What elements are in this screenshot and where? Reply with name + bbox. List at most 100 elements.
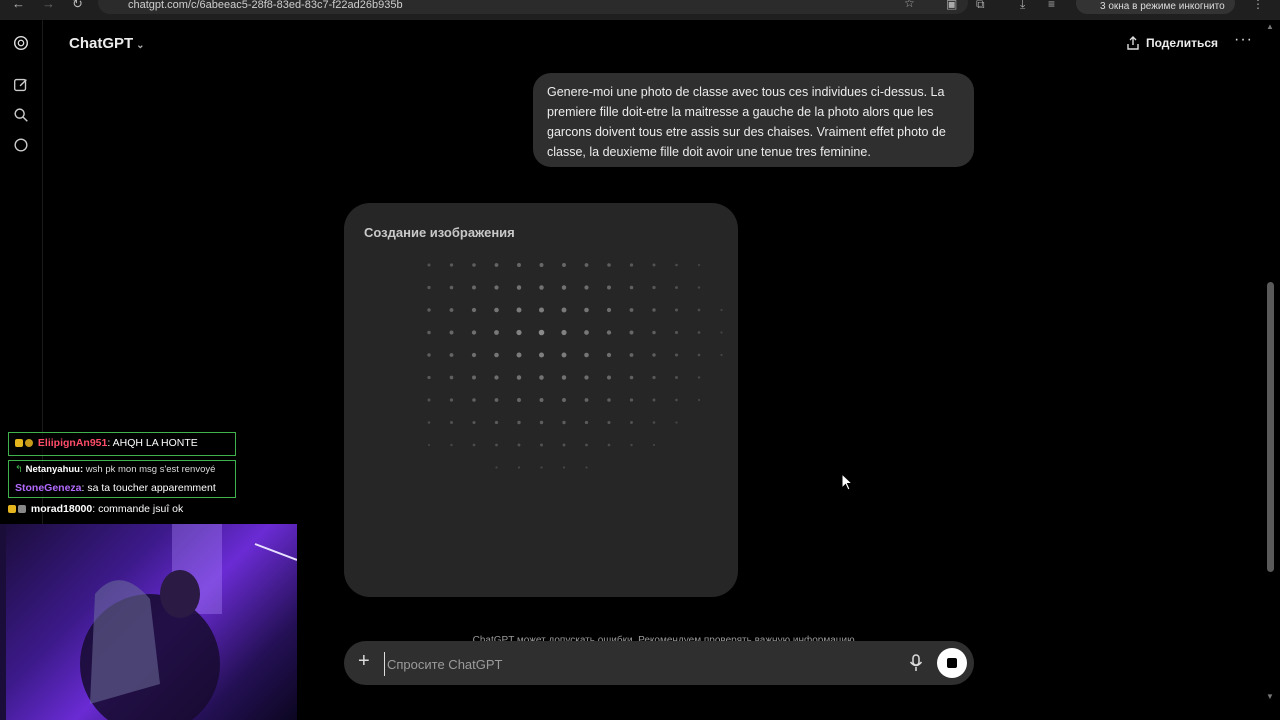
extension-icon[interactable]: ▣ — [946, 0, 957, 11]
loading-dot — [607, 285, 611, 290]
reload-icon[interactable]: ↻ — [72, 0, 83, 12]
loading-dot — [606, 307, 612, 313]
loading-dot — [720, 331, 723, 334]
more-options-icon[interactable]: ··· — [1234, 31, 1253, 49]
loading-dot — [472, 420, 476, 425]
chat-bubble-icon[interactable] — [12, 136, 30, 154]
loading-dot — [516, 307, 522, 313]
loading-dot — [517, 420, 521, 425]
loading-dot — [494, 330, 499, 335]
attach-plus-icon[interactable]: + — [358, 650, 370, 673]
app-title: ChatGPT — [69, 35, 134, 52]
loading-dot — [697, 286, 701, 289]
loading-dot — [629, 263, 634, 267]
address-bar[interactable]: chatgpt.com/c/6abeeac5-28f8-83ed-83c7-f2… — [98, 0, 968, 14]
share-icon — [1127, 36, 1139, 50]
stop-icon — [947, 658, 957, 668]
microphone-icon[interactable] — [908, 654, 924, 672]
incognito-label: 3 окна в режиме инкогнито — [1100, 1, 1225, 12]
loading-dot — [629, 308, 634, 312]
loading-dot — [427, 285, 431, 290]
loading-dot — [427, 353, 431, 357]
loading-dot — [585, 443, 588, 447]
loading-dot — [675, 286, 678, 289]
incognito-badge[interactable]: 3 окна в режиме инкогнито — [1076, 0, 1235, 14]
chat-separator: : — [81, 482, 85, 494]
loading-dot — [516, 352, 522, 358]
loading-dot — [674, 353, 679, 357]
loading-dot — [471, 330, 477, 335]
share-label: Поделиться — [1146, 36, 1219, 50]
model-selector[interactable]: ChatGPT ⌄ — [69, 35, 145, 52]
loading-dot — [538, 329, 545, 336]
scroll-down-icon[interactable]: ▼ — [1266, 692, 1274, 701]
star-icon[interactable]: ☆ — [904, 0, 915, 10]
scroll-up-icon[interactable]: ▲ — [1266, 22, 1274, 31]
loading-dot — [675, 421, 678, 424]
loading-dot — [472, 398, 476, 402]
loading-dot — [697, 308, 701, 312]
new-chat-icon[interactable] — [12, 76, 30, 94]
loading-dot — [471, 352, 477, 358]
loading-dot — [540, 443, 543, 447]
stop-generation-button[interactable] — [937, 648, 967, 678]
loading-dot — [516, 285, 522, 290]
chat-username: StoneGeneza — [15, 482, 82, 494]
download-icon[interactable]: ⤓ — [1020, 0, 1025, 12]
loading-dot — [697, 353, 701, 357]
browser-toolbar: ← → ↻ chatgpt.com/c/6abeeac5-28f8-83ed-8… — [0, 0, 1280, 20]
openai-logo-icon[interactable] — [12, 34, 30, 52]
url-text: chatgpt.com/c/6abeeac5-28f8-83ed-83c7-f2… — [128, 0, 403, 11]
chat-text: sa ta toucher apparemment — [87, 482, 216, 494]
loading-dot — [675, 398, 678, 402]
loading-dot — [538, 307, 545, 313]
stream-chat-message: EliipignAn951: AHQH LA HONTE — [8, 432, 236, 456]
loading-dot — [517, 263, 521, 267]
loading-dot — [472, 285, 476, 290]
loading-dot — [449, 398, 454, 402]
stream-chat-message: morad18000: commande jsuî ok — [8, 503, 183, 515]
image-generation-card: Создание изображения — [344, 203, 738, 597]
loading-dot — [449, 330, 454, 335]
loading-dot — [449, 353, 454, 357]
loading-dot — [607, 375, 611, 380]
sub-badge-icon — [15, 439, 23, 448]
prompt-input[interactable] — [384, 652, 889, 676]
loading-dot — [584, 398, 589, 402]
loading-dot — [629, 285, 634, 290]
loading-dot — [607, 420, 611, 425]
loading-dot — [562, 398, 566, 402]
back-icon[interactable]: ← — [12, 0, 25, 11]
webcam-feed — [0, 524, 297, 720]
scroll-thumb[interactable] — [1267, 282, 1274, 572]
loading-dot — [697, 331, 701, 334]
loading-dot — [652, 330, 656, 335]
search-icon[interactable] — [12, 106, 30, 124]
loading-dot — [562, 263, 566, 267]
forward-icon[interactable]: → — [42, 0, 55, 11]
loading-dot — [540, 466, 543, 469]
chevron-down-icon: ⌄ — [136, 40, 145, 51]
loading-dot-grid — [427, 263, 723, 469]
loading-dot — [449, 263, 454, 267]
loading-dot — [538, 352, 545, 358]
loading-dot — [449, 285, 454, 290]
loading-dot — [539, 263, 544, 267]
loading-dot — [427, 308, 431, 312]
loading-dot — [629, 398, 634, 402]
loading-dot — [539, 285, 544, 290]
loading-dot — [449, 308, 454, 312]
media-icon[interactable]: ≡ — [1048, 0, 1055, 11]
browser-menu-icon[interactable]: ⋮ — [1252, 0, 1264, 11]
share-button[interactable]: Поделиться — [1126, 36, 1218, 50]
loading-dot — [652, 421, 656, 424]
chat-text: AHQH LA HONTE — [112, 437, 198, 449]
loading-dot — [494, 263, 499, 267]
loading-dot — [629, 353, 634, 357]
prompt-composer: + — [344, 641, 974, 685]
loading-dot — [561, 285, 567, 290]
loading-dot — [517, 398, 521, 402]
loading-dot — [539, 398, 544, 402]
page-scrollbar[interactable]: ▲ ▼ — [1262, 20, 1280, 720]
puzzle-icon[interactable]: ⧉ — [976, 0, 985, 12]
